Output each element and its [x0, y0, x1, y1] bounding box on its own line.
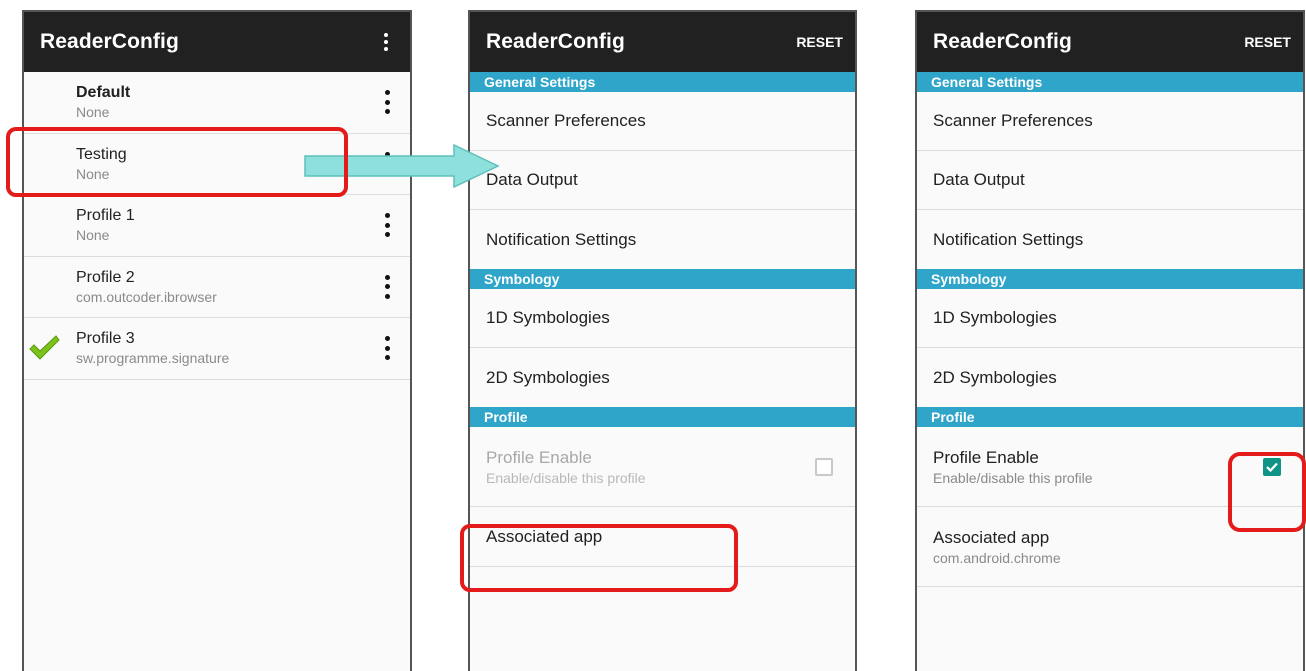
section-header-profile: Profile — [470, 407, 855, 427]
profile-row-profile-1[interactable]: Profile 1 None — [24, 195, 410, 257]
app-bar: ReaderConfig — [24, 12, 410, 72]
app-bar: ReaderConfig RESET — [917, 12, 1303, 72]
active-check-icon — [29, 335, 60, 360]
data-output-item[interactable]: Data Output — [470, 151, 855, 210]
symbologies-1d-item[interactable]: 1D Symbologies — [470, 289, 855, 348]
highlight-profile-enable-checkbox — [1228, 452, 1306, 532]
profile-row-profile-2[interactable]: Profile 2 com.outcoder.ibrowser — [24, 257, 410, 318]
profile-settings-screen-enabled: ReaderConfig RESET General Settings Scan… — [915, 10, 1305, 671]
notification-settings-item[interactable]: Notification Settings — [917, 210, 1303, 269]
overflow-menu-icon[interactable] — [374, 30, 398, 54]
profile-app: None — [76, 227, 110, 244]
profile-menu-icon[interactable] — [382, 334, 392, 362]
item-label: Notification Settings — [486, 229, 637, 249]
scanner-preferences-item[interactable]: Scanner Preferences — [917, 92, 1303, 151]
profile-row-profile-3[interactable]: Profile 3 sw.programme.signature — [24, 318, 410, 380]
app-title: ReaderConfig — [40, 30, 179, 53]
profile-name: Profile 2 — [76, 268, 135, 286]
section-header-general: General Settings — [470, 72, 855, 92]
item-label: 2D Symbologies — [486, 367, 610, 387]
item-label: 1D Symbologies — [486, 308, 610, 327]
app-title: ReaderConfig — [486, 30, 625, 53]
section-header-profile: Profile — [917, 407, 1303, 427]
profile-name: Profile 1 — [76, 207, 135, 225]
profile-row-default[interactable]: Default None — [24, 72, 410, 134]
reset-button[interactable]: RESET — [796, 34, 843, 50]
profile-menu-icon[interactable] — [382, 273, 392, 301]
item-label: Data Output — [486, 170, 578, 189]
symbologies-2d-item[interactable]: 2D Symbologies — [470, 348, 855, 407]
profile-enable-item[interactable]: Profile Enable Enable/disable this profi… — [470, 427, 855, 507]
app-title: ReaderConfig — [933, 30, 1072, 53]
highlight-testing-profile — [6, 127, 348, 197]
item-label: Scanner Preferences — [486, 111, 646, 130]
item-label: Scanner Preferences — [933, 111, 1093, 130]
symbologies-1d-item[interactable]: 1D Symbologies — [917, 289, 1303, 348]
profile-name: Profile 3 — [76, 330, 135, 348]
item-label: Data Output — [933, 170, 1025, 189]
profile-menu-icon[interactable] — [382, 211, 392, 239]
highlight-associated-app — [460, 524, 738, 592]
profile-enable-checkbox[interactable] — [815, 457, 833, 476]
item-sublabel: Enable/disable this profile — [486, 469, 646, 486]
app-bar: ReaderConfig RESET — [470, 12, 855, 72]
reset-button[interactable]: RESET — [1244, 34, 1291, 50]
section-header-general: General Settings — [917, 72, 1303, 92]
data-output-item[interactable]: Data Output — [917, 151, 1303, 210]
item-label: Profile Enable — [486, 447, 592, 467]
profile-app: None — [76, 104, 110, 121]
scanner-preferences-item[interactable]: Scanner Preferences — [470, 92, 855, 151]
profile-menu-icon[interactable] — [382, 88, 392, 116]
section-header-symbology: Symbology — [470, 269, 855, 289]
item-sublabel: com.android.chrome — [933, 549, 1061, 566]
profile-app: com.outcoder.ibrowser — [76, 288, 217, 305]
item-label: 1D Symbologies — [933, 308, 1057, 327]
notification-settings-item[interactable]: Notification Settings — [470, 210, 855, 269]
symbologies-2d-item[interactable]: 2D Symbologies — [917, 348, 1303, 407]
section-header-symbology: Symbology — [917, 269, 1303, 289]
item-label: Notification Settings — [933, 229, 1084, 249]
profile-app: sw.programme.signature — [76, 350, 230, 367]
item-label: 2D Symbologies — [933, 367, 1057, 387]
profile-name: Default — [76, 84, 131, 102]
profile-list-screen: ReaderConfig Default None Testing None P… — [22, 10, 412, 671]
